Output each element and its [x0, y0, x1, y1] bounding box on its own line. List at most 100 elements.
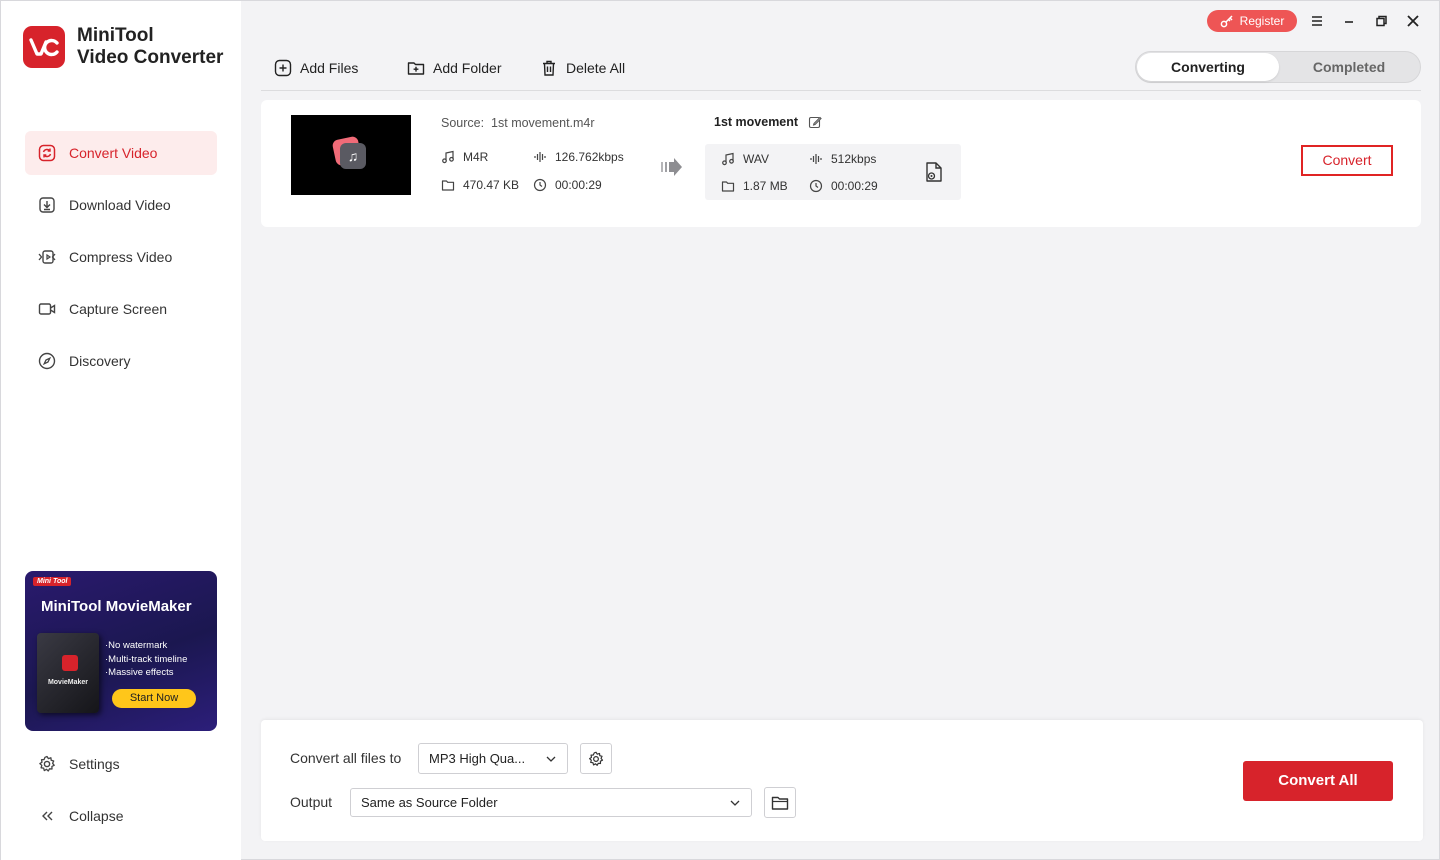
- settings-button[interactable]: Settings: [25, 744, 217, 784]
- close-icon: [1407, 15, 1419, 27]
- promo-feature: ·Multi-track timeline: [105, 653, 188, 665]
- minimize-icon: [1345, 21, 1353, 23]
- sidebar-item-label: Compress Video: [69, 249, 173, 265]
- moviemaker-promo[interactable]: Mini Tool MiniTool MovieMaker MovieMaker…: [25, 571, 217, 731]
- add-folder-button[interactable]: Add Folder: [407, 57, 501, 79]
- compass-icon: [38, 352, 56, 370]
- sidebar-item-label: Discovery: [69, 353, 131, 369]
- gear-icon: [589, 751, 604, 766]
- format-settings-button[interactable]: [580, 743, 612, 774]
- folder-icon: [441, 180, 455, 191]
- clock-icon: [533, 178, 547, 192]
- app-logo: MiniTool Video Converter: [23, 25, 223, 69]
- add-folder-label: Add Folder: [433, 60, 502, 76]
- sidebar-item-convert-video[interactable]: Convert Video: [25, 131, 217, 175]
- sidebar-item-capture-screen[interactable]: Capture Screen: [25, 287, 217, 331]
- source-size: 470.47 KB: [441, 178, 519, 192]
- collapse-button[interactable]: Collapse: [25, 796, 217, 836]
- source-label: Source: 1st movement.m4r: [441, 116, 595, 130]
- target-bitrate-value: 512kbps: [831, 152, 877, 166]
- target-filename: 1st movement: [714, 115, 799, 129]
- promo-badge: Mini Tool: [33, 577, 72, 586]
- source-format: M4R: [441, 150, 488, 164]
- file-settings-icon[interactable]: [923, 161, 945, 183]
- add-files-button[interactable]: Add Files: [274, 57, 358, 79]
- app-name-line2: Video Converter: [77, 47, 224, 68]
- output-folder-value: Same as Source Folder: [361, 795, 498, 810]
- target-format-box[interactable]: WAV 512kbps 1.87 MB 00:00:29: [705, 144, 961, 200]
- delete-all-button[interactable]: Delete All: [540, 57, 625, 79]
- promo-feature-text: No watermark: [108, 640, 168, 651]
- browse-folder-button[interactable]: [764, 787, 796, 818]
- restore-button[interactable]: [1372, 12, 1390, 30]
- music-note-icon: [722, 152, 734, 166]
- output-format-select[interactable]: MP3 High Qua...: [418, 743, 568, 774]
- output-format-value: MP3 High Qua...: [429, 751, 526, 766]
- sidebar-item-compress-video[interactable]: Compress Video: [25, 235, 217, 279]
- edit-icon[interactable]: [808, 115, 822, 129]
- sidebar-item-label: Convert Video: [69, 145, 158, 161]
- promo-box-name: MovieMaker: [47, 679, 89, 686]
- logo-icon: [23, 26, 65, 68]
- add-files-label: Add Files: [300, 60, 359, 76]
- target-duration: 00:00:29: [809, 179, 878, 193]
- output-folder-select[interactable]: Same as Source Folder: [350, 788, 752, 817]
- target-name: 1st movement: [714, 115, 822, 129]
- waveform-icon: [534, 152, 546, 162]
- promo-title: MiniTool MovieMaker: [41, 598, 192, 615]
- minimize-button[interactable]: [1340, 12, 1358, 30]
- app-name-line1: MiniTool: [77, 25, 154, 46]
- close-button[interactable]: [1404, 12, 1422, 30]
- menu-button[interactable]: [1308, 12, 1326, 30]
- sidebar-item-discovery[interactable]: Discovery: [25, 339, 217, 383]
- promo-feature: ·No watermark: [105, 640, 168, 651]
- music-file-icon: ♫: [331, 135, 369, 172]
- source-size-value: 470.47 KB: [463, 178, 520, 192]
- menu-icon: [1312, 16, 1322, 26]
- source-prefix: Source:: [441, 116, 485, 130]
- status-tabs: Converting Completed: [1135, 51, 1421, 83]
- waveform-icon: [810, 154, 822, 164]
- delete-all-label: Delete All: [566, 60, 626, 76]
- bottom-panel: Convert all files to MP3 High Qua... Out…: [261, 720, 1423, 841]
- convert-all-files-label: Convert all files to: [290, 750, 402, 766]
- source-bitrate: 126.762kbps: [533, 150, 624, 164]
- restore-icon: [1376, 15, 1387, 27]
- promo-features: ·No watermark ·Multi-track timeline ·Mas…: [105, 639, 187, 680]
- add-folder-icon: [407, 62, 425, 75]
- convert-button[interactable]: Convert: [1301, 145, 1393, 176]
- register-label: Register: [1239, 14, 1285, 28]
- convert-icon: [38, 144, 56, 162]
- target-size-value: 1.87 MB: [743, 179, 788, 193]
- promo-feature-text: Multi-track timeline: [108, 653, 188, 665]
- convert-arrow-icon: [661, 157, 683, 182]
- start-now-button[interactable]: Start Now: [112, 689, 196, 708]
- sidebar-item-label: Download Video: [69, 197, 171, 213]
- target-size: 1.87 MB: [721, 179, 788, 193]
- task-card: ♫ Source: 1st movement.m4r M4R 126.762kb…: [261, 100, 1421, 227]
- compress-icon: [38, 250, 56, 264]
- tab-completed[interactable]: Completed: [1278, 53, 1420, 81]
- register-button[interactable]: Register: [1207, 10, 1297, 32]
- app-window: MiniTool Video Converter Convert Video D…: [0, 0, 1440, 860]
- settings-label: Settings: [69, 756, 120, 772]
- folder-icon: [771, 796, 789, 810]
- media-thumbnail[interactable]: ♫: [291, 115, 411, 195]
- tab-converting[interactable]: Converting: [1137, 53, 1279, 81]
- sidebar-item-label: Capture Screen: [69, 301, 168, 317]
- sidebar: MiniTool Video Converter Convert Video D…: [1, 1, 241, 860]
- sidebar-item-download-video[interactable]: Download Video: [25, 183, 217, 227]
- key-icon: [1220, 15, 1233, 28]
- target-duration-value: 00:00:29: [831, 179, 878, 193]
- chevron-down-icon: [546, 756, 556, 762]
- collapse-label: Collapse: [69, 808, 124, 824]
- target-bitrate: 512kbps: [809, 152, 876, 166]
- promo-feature-text: Massive effects: [108, 667, 174, 678]
- camera-icon: [38, 303, 56, 315]
- double-chevron-left-icon: [42, 811, 53, 821]
- sidebar-nav: Convert Video Download Video Compress Vi…: [25, 131, 217, 391]
- promo-feature: ·Massive effects: [105, 667, 174, 678]
- moviemaker-icon: [62, 655, 78, 671]
- convert-all-button[interactable]: Convert All: [1243, 761, 1393, 801]
- source-bitrate-value: 126.762kbps: [555, 150, 624, 164]
